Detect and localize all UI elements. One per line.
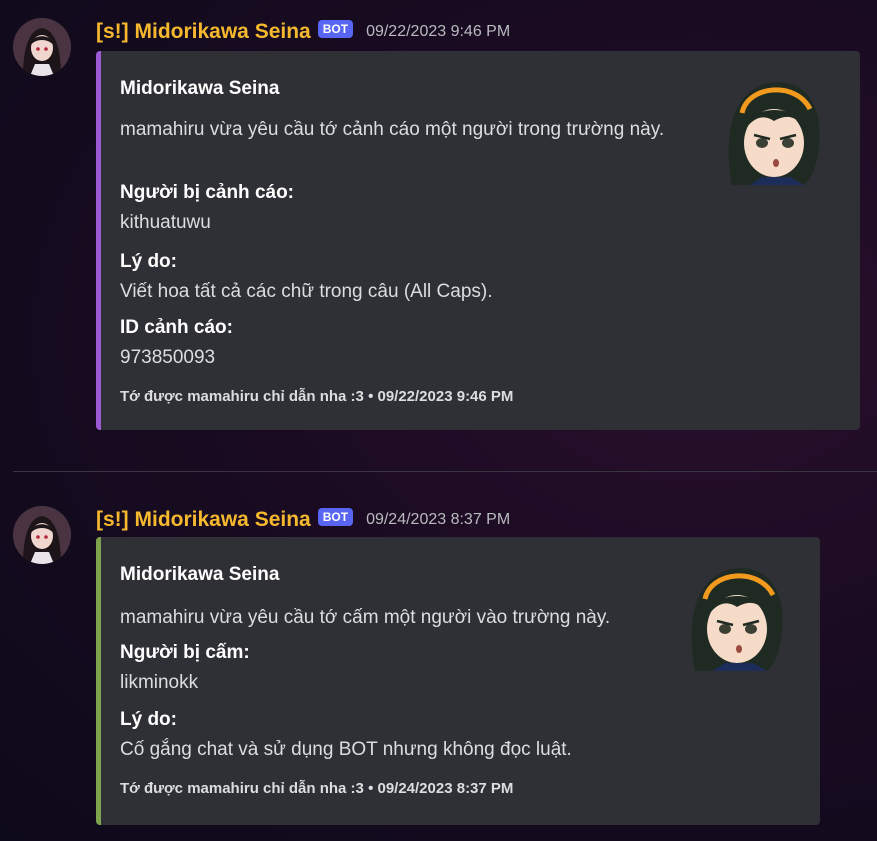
field-name: Lý do: — [120, 709, 177, 730]
embed-title: Midorikawa Seina — [120, 564, 280, 585]
timestamp[interactable]: 09/22/2023 9:46 PM — [366, 23, 510, 41]
field-value: kithuatuwu — [120, 212, 211, 233]
embed-title: Midorikawa Seina — [120, 78, 280, 99]
embed: Midorikawa Seina mamahiru vừa yêu cầu tớ… — [96, 537, 820, 825]
avatar[interactable] — [13, 506, 71, 564]
avatar[interactable] — [13, 18, 71, 76]
username[interactable]: [s!] Midorikawa Seina — [96, 20, 311, 44]
embed-footer: Tớ được mamahiru chỉ dẫn nha :3 • 09/24/… — [120, 780, 514, 797]
field-name: Người bị cấm: — [120, 642, 250, 663]
embed-description: mamahiru vừa yêu cầu tớ cảnh cáo một ngư… — [120, 119, 665, 140]
field-name: ID cảnh cáo: — [120, 317, 233, 338]
anime-girl-thumbnail-icon[interactable] — [681, 559, 796, 677]
field-name: Lý do: — [120, 251, 177, 272]
bot-badge: BOT — [317, 508, 354, 526]
message-header: [s!] Midorikawa Seina BOT 09/22/2023 9:4… — [96, 18, 510, 46]
field-value: likminokk — [120, 672, 199, 693]
message-divider — [13, 471, 877, 472]
field-value: Cố gắng chat và sử dụng BOT nhưng không … — [120, 739, 572, 760]
embed-footer: Tớ được mamahiru chỉ dẫn nha :3 • 09/22/… — [120, 388, 514, 405]
embed: Midorikawa Seina mamahiru vừa yêu cầu tớ… — [96, 51, 860, 430]
field-value: 973850093 — [120, 347, 216, 368]
timestamp[interactable]: 09/24/2023 8:37 PM — [366, 511, 510, 529]
username[interactable]: [s!] Midorikawa Seina — [96, 508, 311, 532]
field-name: Người bị cảnh cáo: — [120, 182, 295, 203]
anime-girl-thumbnail-icon[interactable] — [718, 73, 833, 191]
field-value: Viết hoa tất cả các chữ trong câu (All C… — [120, 281, 493, 302]
message-header: [s!] Midorikawa Seina BOT 09/24/2023 8:3… — [96, 506, 510, 534]
bot-badge: BOT — [317, 20, 354, 38]
embed-description: mamahiru vừa yêu cầu tớ cấm một người và… — [120, 607, 611, 628]
